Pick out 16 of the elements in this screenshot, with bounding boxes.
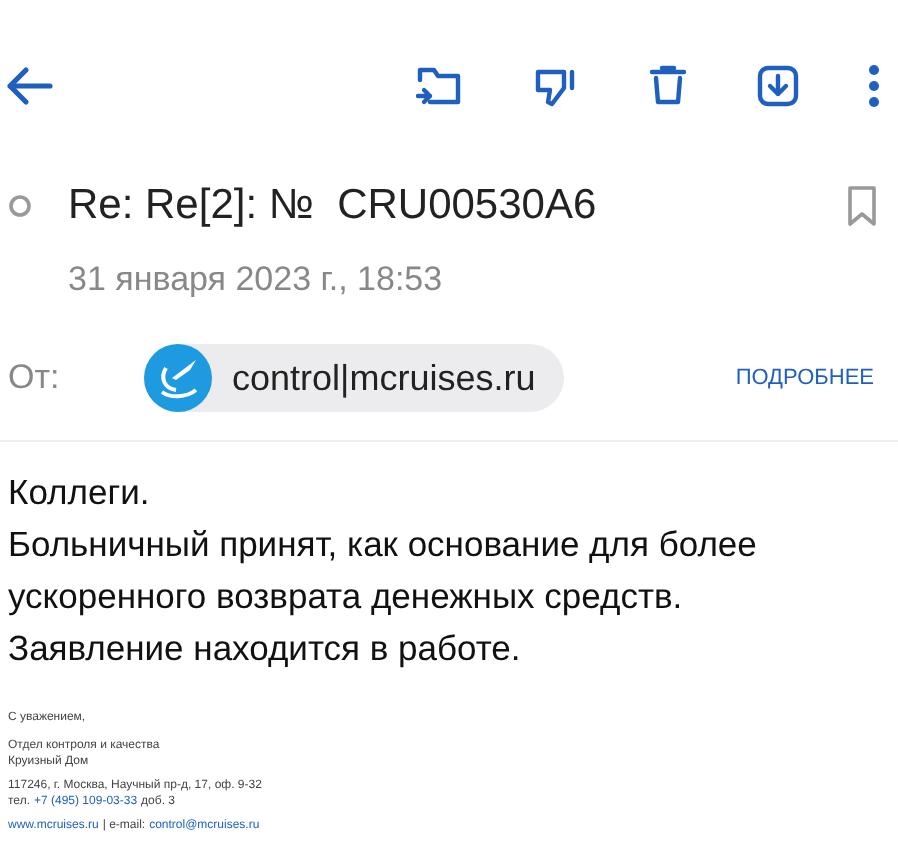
email-date: 31 января 2023 г., 18:53: [68, 257, 445, 301]
bookmark-icon[interactable]: [846, 183, 878, 228]
details-link[interactable]: ПОДРОБНЕЕ: [735, 361, 874, 395]
from-label: От:: [8, 356, 62, 401]
sender-chip[interactable]: control|mcruises.ru: [144, 344, 564, 412]
download-icon[interactable]: [754, 61, 802, 109]
avatar-icon: [144, 344, 212, 412]
body-paragraph: Больничный принят, как основание для более ускоренного возврата денежных средств.: [8, 522, 759, 620]
body-paragraph: Заявление находится в работе.: [8, 626, 523, 672]
back-icon[interactable]: [6, 65, 54, 105]
trash-icon[interactable]: [646, 61, 690, 109]
more-icon[interactable]: [866, 61, 882, 109]
email-subject: Re: Re[2]: № CRU00530A6: [68, 180, 597, 232]
unread-indicator-icon[interactable]: [8, 193, 32, 218]
body-paragraph: Коллеги.: [8, 470, 152, 516]
sender-address: control|mcruises.ru: [232, 355, 536, 402]
